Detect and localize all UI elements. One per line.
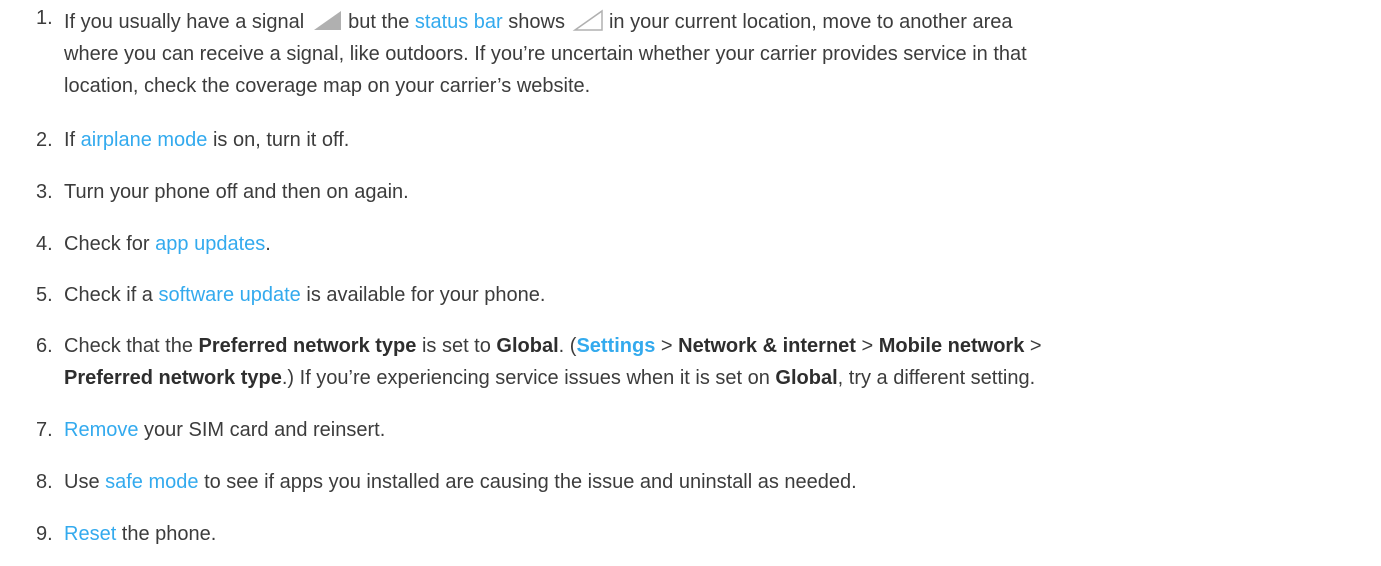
step-item: 1. If you usually have a signal but the s… xyxy=(0,2,1381,112)
step-text: Use safe mode to see if apps you install… xyxy=(64,471,857,493)
step-text: Check that the Preferred network type is… xyxy=(64,330,1364,394)
step-line: Check that the Preferred network type is… xyxy=(64,335,1042,357)
step-text: Check for app updates. xyxy=(64,233,271,255)
step-number: 9. xyxy=(36,523,53,545)
airplane-mode-link[interactable]: airplane mode xyxy=(81,129,208,151)
step-number: 4. xyxy=(36,233,53,255)
troubleshooting-steps-list: 1. If you usually have a signal but the s… xyxy=(0,0,1381,566)
signal-empty-icon xyxy=(571,9,605,31)
status-bar-link[interactable]: status bar xyxy=(415,11,503,33)
step-number: 2. xyxy=(36,129,53,151)
step-text: If you usually have a signal but the stat… xyxy=(64,6,1364,102)
safe-mode-link[interactable]: safe mode xyxy=(105,471,198,493)
step-line: location, check the coverage map on your… xyxy=(64,75,591,97)
step-number: 5. xyxy=(36,284,53,306)
software-update-link[interactable]: software update xyxy=(158,284,300,306)
step-line: where you can receive a signal, like out… xyxy=(64,43,1027,65)
step-number: 1. xyxy=(36,7,53,29)
step-line: If you usually have a signal but the stat… xyxy=(64,9,1013,33)
reset-link[interactable]: Reset xyxy=(64,523,116,545)
settings-link[interactable]: Settings xyxy=(576,335,655,357)
step-number: 7. xyxy=(36,419,53,441)
step-text: Turn your phone off and then on again. xyxy=(64,181,409,203)
step-number: 6. xyxy=(36,335,53,357)
step-line: Preferred network type.) If you’re exper… xyxy=(64,367,1036,389)
signal-full-icon xyxy=(310,9,344,31)
step-text: If airplane mode is on, turn it off. xyxy=(64,129,350,151)
step-text: Reset the phone. xyxy=(64,523,217,545)
remove-sim-link[interactable]: Remove xyxy=(64,419,138,441)
step-text: Remove your SIM card and reinsert. xyxy=(64,419,386,441)
app-updates-link[interactable]: app updates xyxy=(155,233,265,255)
step-number: 3. xyxy=(36,181,53,203)
step-text: Check if a software update is available … xyxy=(64,284,546,306)
step-number: 8. xyxy=(36,471,53,493)
